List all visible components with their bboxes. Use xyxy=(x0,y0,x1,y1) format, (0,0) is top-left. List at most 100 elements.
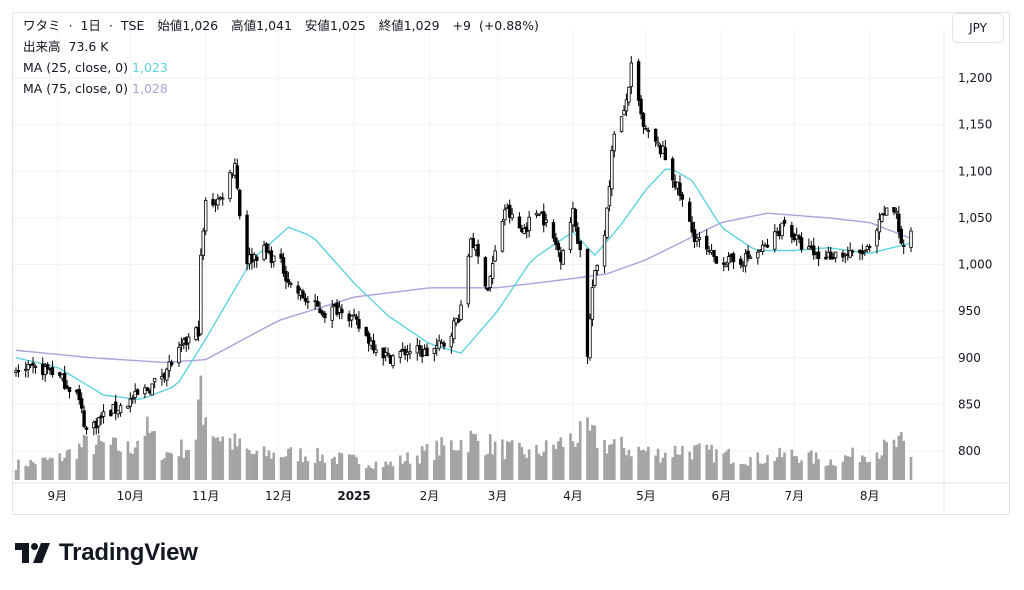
volume-bar xyxy=(630,456,633,480)
volume-bar xyxy=(578,421,582,480)
volume-bar xyxy=(552,444,555,480)
volume-bar xyxy=(848,456,852,480)
candle-body xyxy=(636,61,641,101)
ma25-line-group xyxy=(15,168,912,401)
candle-body xyxy=(705,235,709,250)
volume-bar xyxy=(678,454,682,480)
volume-bar xyxy=(471,433,475,480)
volume-bar xyxy=(250,453,254,480)
volume-bar xyxy=(591,425,594,480)
volume-bar xyxy=(306,461,310,480)
candle-body xyxy=(357,318,361,329)
candle-body xyxy=(306,300,310,303)
volume-bar xyxy=(661,457,665,480)
volume-bar xyxy=(474,434,477,480)
time-tick-label: 2025 xyxy=(337,489,370,503)
volume-bar xyxy=(625,455,628,480)
volume-bar xyxy=(46,459,49,480)
candle-body xyxy=(50,367,55,376)
separator: · xyxy=(108,18,113,33)
volume-bar xyxy=(80,447,83,480)
volume-bar xyxy=(68,449,71,480)
volume-bar xyxy=(673,445,677,480)
volume-bar xyxy=(357,464,361,480)
candle-body xyxy=(894,210,899,214)
volume-bar xyxy=(97,434,100,480)
volume-bar xyxy=(163,458,166,480)
candle-body xyxy=(646,130,651,132)
volume-bar xyxy=(374,461,378,480)
time-axis[interactable]: 9月 10月 11月 12月 2025 2月 3月 4月 5月 6月 7月 8月 xyxy=(48,489,880,503)
candle-body xyxy=(77,389,81,401)
volume-bar xyxy=(265,456,268,480)
close-value: 1,029 xyxy=(403,18,440,33)
symbol-name[interactable]: ワタミ xyxy=(23,18,61,33)
volume-bar xyxy=(136,440,139,480)
volume-bar xyxy=(792,456,796,480)
volume-bar xyxy=(116,450,120,480)
volume-bar xyxy=(544,440,548,480)
volume-bar xyxy=(403,461,407,480)
volume-bar xyxy=(425,444,429,480)
volume-bar xyxy=(216,437,220,480)
candle-body xyxy=(641,112,646,128)
volume-bar xyxy=(756,452,760,480)
volume-bar xyxy=(184,450,188,480)
volume-bar xyxy=(571,441,575,480)
volume-bar xyxy=(245,448,249,480)
volume-bar xyxy=(248,450,251,480)
volume-bar xyxy=(741,463,745,480)
volume-bar xyxy=(809,450,813,480)
volume-bar xyxy=(715,449,718,480)
volume-bar xyxy=(503,459,507,480)
price-axis[interactable]: 800 850 900 950 1,000 1,050 1,100 1,150 1,200 xyxy=(958,71,992,458)
candle-body xyxy=(354,316,359,320)
volume-bar xyxy=(233,433,237,480)
volume-bar xyxy=(469,430,473,480)
tradingview-logo[interactable]: TradingView xyxy=(15,539,198,566)
volume-bar xyxy=(14,469,18,480)
volume-bar xyxy=(148,432,152,480)
volume-bar xyxy=(861,455,864,480)
volume-bar xyxy=(26,466,30,480)
currency-button[interactable]: JPY xyxy=(952,13,1004,43)
volume-bar xyxy=(459,439,463,480)
volume-bar xyxy=(608,444,611,480)
volume-bar xyxy=(99,440,103,480)
candle-body xyxy=(152,378,157,383)
candle-body xyxy=(748,256,753,260)
volume-bar xyxy=(724,451,728,480)
price-tick-label: 1,100 xyxy=(958,164,992,178)
volume-bar xyxy=(415,455,419,480)
volume-bar xyxy=(114,437,118,480)
volume-bar xyxy=(671,457,674,480)
open-value: 1,026 xyxy=(182,18,219,33)
volume-bar xyxy=(739,464,743,480)
volume-bar xyxy=(211,436,215,480)
candle-body xyxy=(301,290,305,299)
candle-body xyxy=(544,219,548,223)
volume-bar xyxy=(384,461,387,480)
candle-body xyxy=(639,98,643,115)
volume-bar xyxy=(313,463,317,480)
ma75-legend[interactable]: MA (75, close, 0) 1,028 xyxy=(23,80,172,97)
volume-bar xyxy=(829,459,833,480)
volume-bar xyxy=(381,466,385,480)
volume-bar xyxy=(65,450,69,480)
interval[interactable]: 1日 xyxy=(80,18,100,33)
ma75-value: 1,028 xyxy=(132,81,168,96)
volume-bar xyxy=(761,463,764,480)
volume-bar xyxy=(732,462,735,480)
candle-body xyxy=(96,417,101,427)
ma25-legend[interactable]: MA (25, close, 0) 1,023 xyxy=(23,59,172,76)
volume-bar xyxy=(29,459,32,480)
volume-bar xyxy=(909,456,913,480)
candle-body xyxy=(238,189,242,217)
volume-bar xyxy=(693,445,696,480)
volume-bar xyxy=(527,449,531,480)
volume-bar xyxy=(800,460,803,480)
volume-bar xyxy=(408,463,412,480)
ma25-label: MA (25, close, 0) xyxy=(23,60,129,75)
volume-bar xyxy=(595,448,599,480)
candle-body xyxy=(476,244,480,257)
